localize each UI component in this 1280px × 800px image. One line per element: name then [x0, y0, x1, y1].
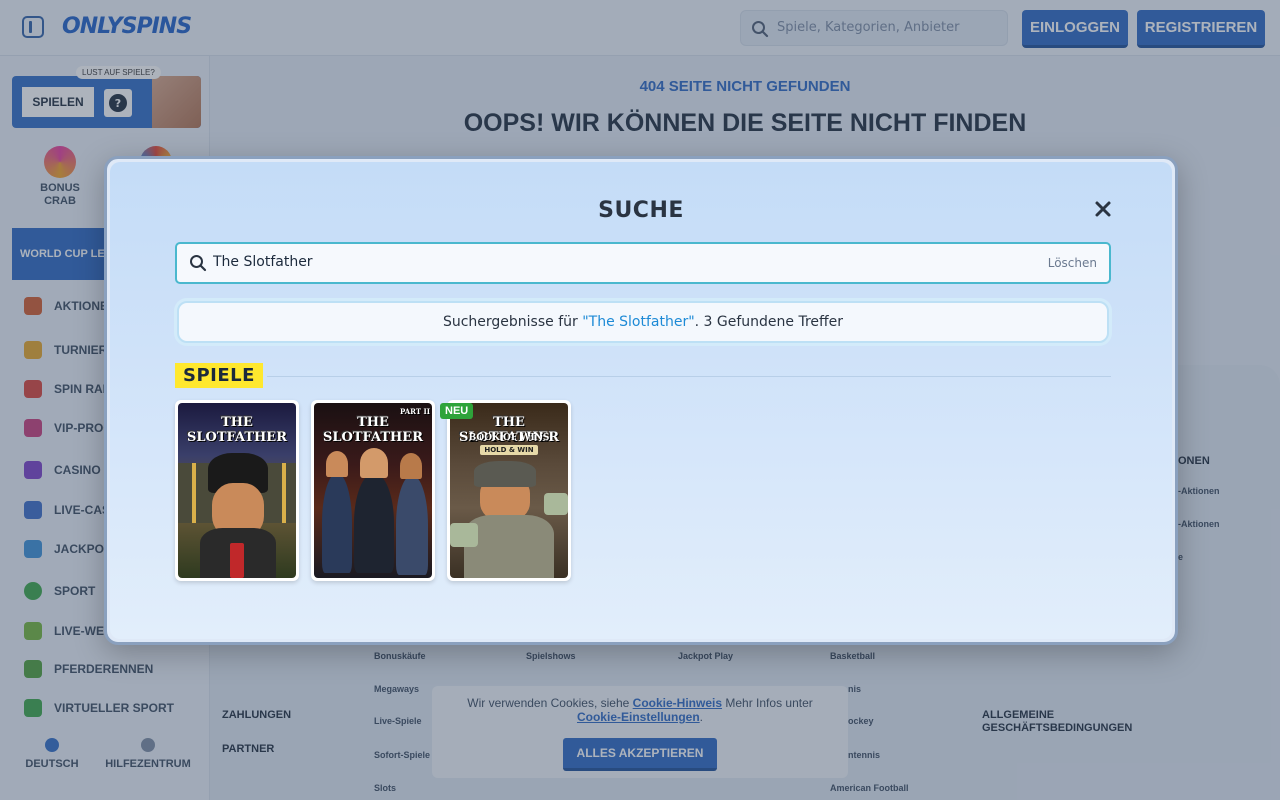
search-modal-body: SUCHE Löschen Suchergebnisse für "The Sl…	[110, 162, 1172, 639]
game-title: THE SLOTFATHER	[186, 415, 288, 445]
new-badge: NEU	[440, 403, 474, 419]
game-card-slotfather-book-of-wins[interactable]: THE SLOTFATHER BOOK OF WINS HOLD & WIN	[447, 400, 571, 581]
tie-shape	[230, 543, 244, 578]
hat-shape	[474, 461, 536, 487]
search-modal: SUCHE Löschen Suchergebnisse für "The Sl…	[104, 156, 1178, 645]
game-thumbnail: THE SLOTFATHER BOOK OF WINS HOLD & WIN	[450, 403, 568, 578]
modal-search-input[interactable]	[213, 254, 1013, 270]
game-thumbnail: THE SLOTFATHER PART II	[314, 403, 432, 578]
game-subtitle: BOOK OF WINS	[468, 433, 550, 443]
game-subtitle: PART II	[399, 407, 431, 416]
figure-shape	[322, 473, 352, 573]
modal-search-field[interactable]: Löschen	[175, 242, 1111, 284]
clear-search-button[interactable]: Löschen	[1048, 256, 1097, 270]
money-shape	[544, 493, 568, 515]
figure-head	[326, 451, 348, 477]
figure-shape	[354, 473, 394, 573]
section-divider	[267, 376, 1111, 377]
games-section-heading: SPIELE	[175, 363, 263, 388]
game-card-slotfather[interactable]: THE SLOTFATHER	[175, 400, 299, 581]
figure-shape	[396, 475, 428, 575]
figure-head	[400, 453, 422, 479]
result-query: "The Slotfather"	[582, 314, 695, 330]
close-icon[interactable]	[1092, 198, 1114, 220]
game-subtitle-2: HOLD & WIN	[480, 445, 538, 455]
search-result-summary: Suchergebnisse für "The Slotfather". 3 G…	[177, 301, 1109, 343]
money-shape	[450, 523, 478, 547]
modal-title: SUCHE	[598, 198, 684, 223]
result-suffix: . 3 Gefundene Treffer	[694, 314, 844, 330]
game-card-slotfather-2[interactable]: THE SLOTFATHER PART II	[311, 400, 435, 581]
game-title: THE SLOTFATHER	[322, 415, 424, 445]
figure-head	[360, 448, 388, 478]
search-icon	[190, 255, 207, 272]
result-prefix: Suchergebnisse für	[442, 314, 578, 330]
game-thumbnail: THE SLOTFATHER	[178, 403, 296, 578]
